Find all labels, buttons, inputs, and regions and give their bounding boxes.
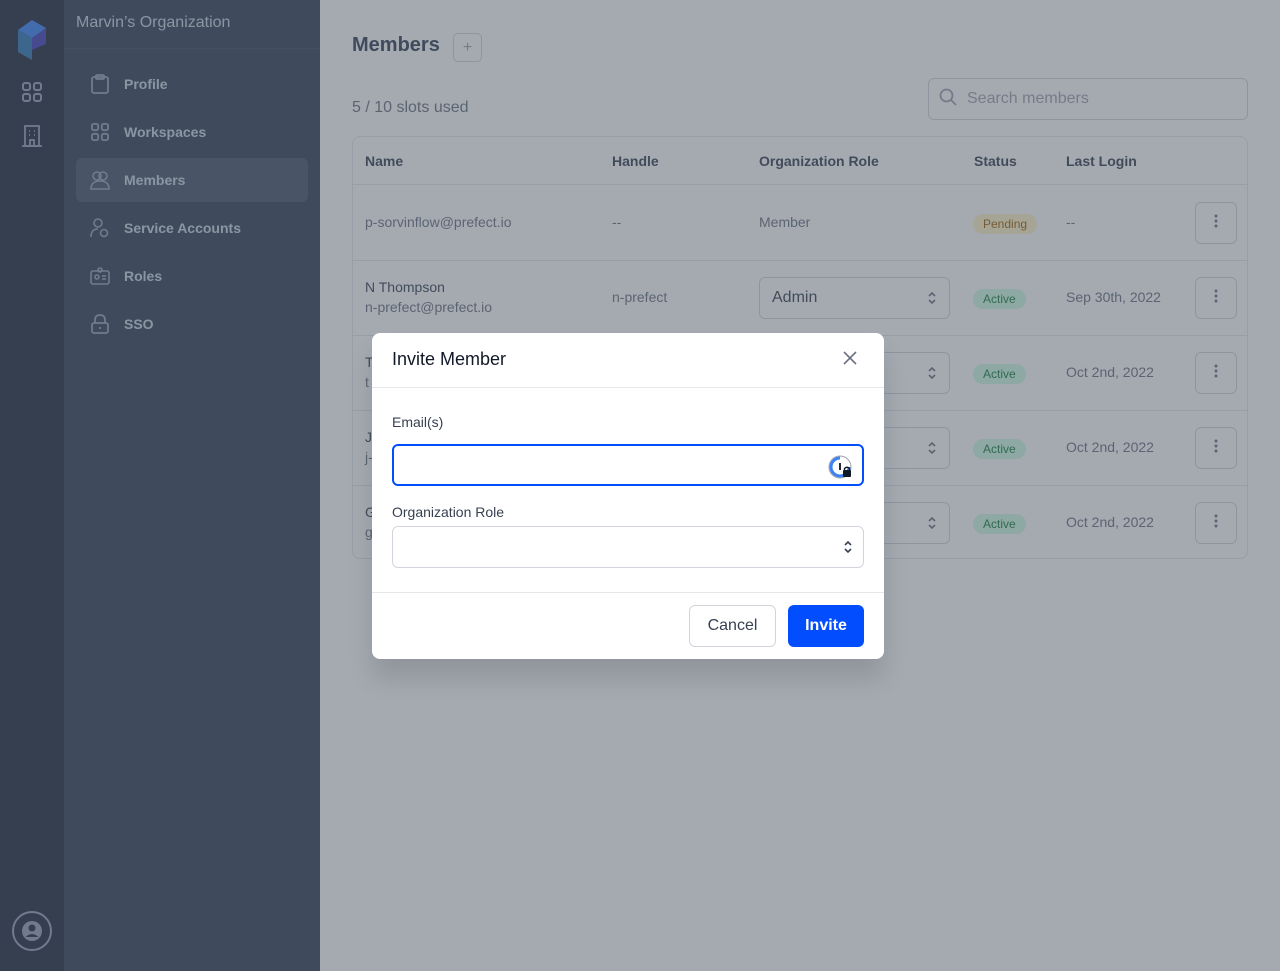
modal-header: Invite Member: [372, 333, 884, 388]
password-manager-icon[interactable]: [828, 455, 852, 479]
modal-title: Invite Member: [392, 349, 507, 369]
invite-member-modal: Invite Member Email(s) Organization Role…: [372, 333, 884, 659]
organization-role-label: Organization Role: [392, 504, 505, 520]
modal-footer-divider: [372, 592, 884, 593]
cancel-button[interactable]: Cancel: [689, 605, 776, 647]
invite-button[interactable]: Invite: [788, 605, 864, 647]
email-label: Email(s): [392, 414, 444, 430]
email-input[interactable]: [406, 456, 826, 474]
close-button[interactable]: [840, 350, 860, 370]
organization-role-select[interactable]: [392, 526, 864, 568]
email-field[interactable]: [392, 444, 864, 486]
close-icon: [843, 350, 857, 370]
chevron-up-down-icon: [843, 540, 853, 559]
